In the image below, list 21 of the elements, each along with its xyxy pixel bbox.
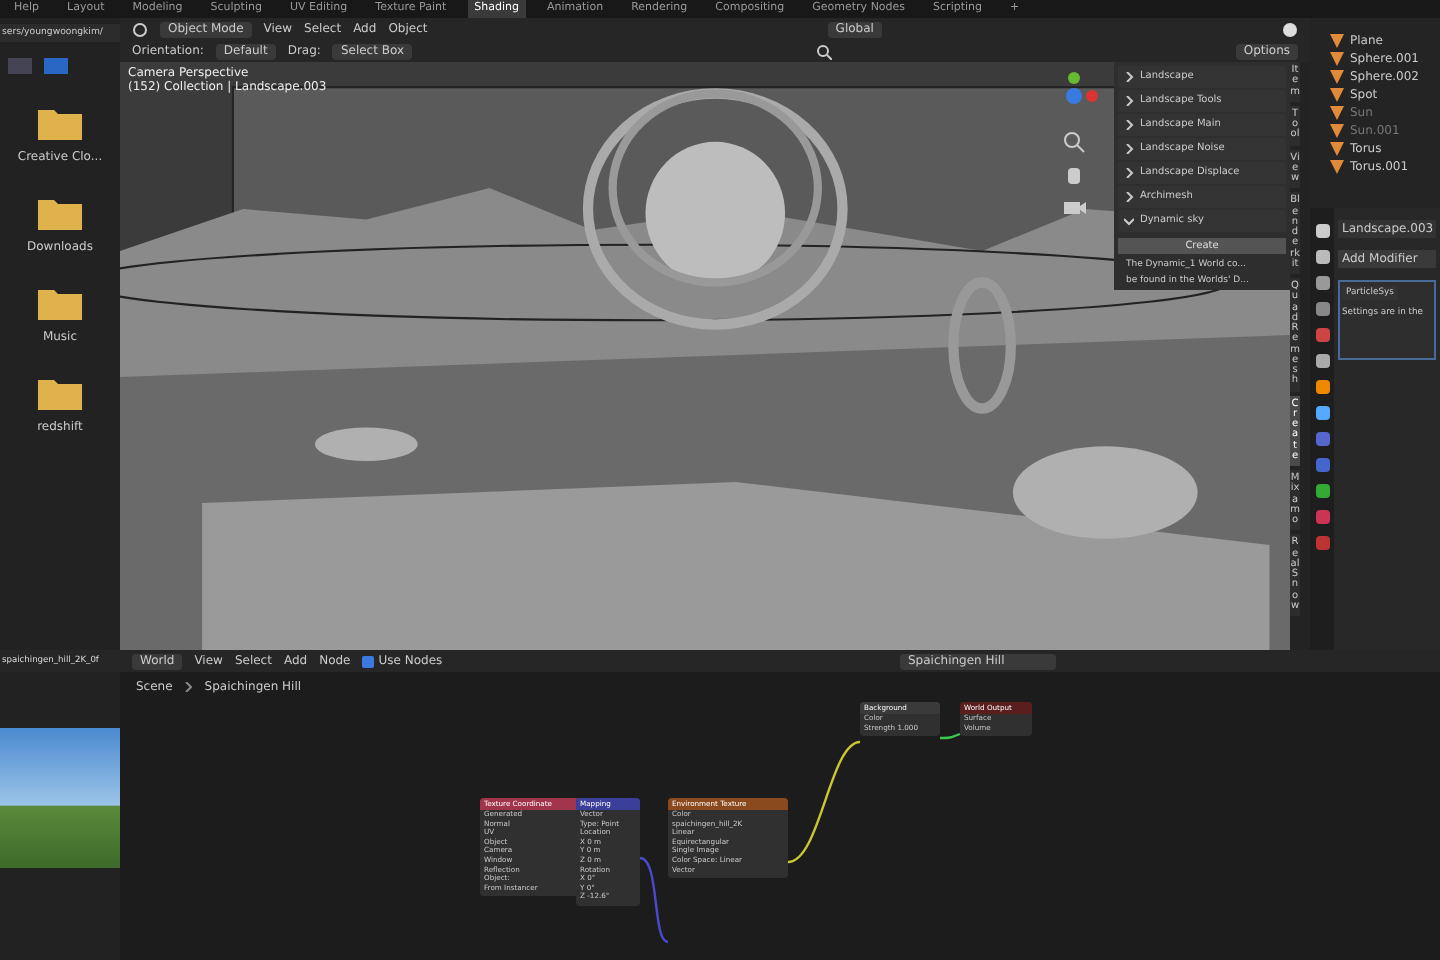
chevron-icon[interactable]	[1124, 96, 1134, 106]
use-nodes-checkbox[interactable]	[362, 655, 375, 667]
node-link	[639, 856, 669, 944]
chevron-icon[interactable]	[1124, 120, 1134, 130]
node-link	[940, 732, 961, 740]
chevron-icon[interactable]	[1124, 168, 1134, 178]
folder-icon[interactable]	[37, 196, 82, 230]
folder-icon[interactable]	[38, 106, 82, 140]
search-icon[interactable]	[815, 43, 832, 59]
zoom-icon[interactable]	[1062, 130, 1086, 154]
folder-icon[interactable]	[37, 376, 82, 410]
node-link	[787, 740, 861, 864]
chevron-icon[interactable]	[1124, 144, 1134, 154]
chevron-icon[interactable]	[1124, 216, 1134, 226]
editor-type-icon[interactable]	[132, 21, 148, 37]
folder-icon[interactable]	[38, 286, 82, 320]
chevron-icon[interactable]	[1124, 72, 1134, 82]
chevron-icon[interactable]	[1124, 192, 1134, 202]
shading-icon[interactable]	[1282, 21, 1298, 37]
chevron-icon	[184, 682, 193, 692]
photo-placeholder	[0, 728, 120, 868]
